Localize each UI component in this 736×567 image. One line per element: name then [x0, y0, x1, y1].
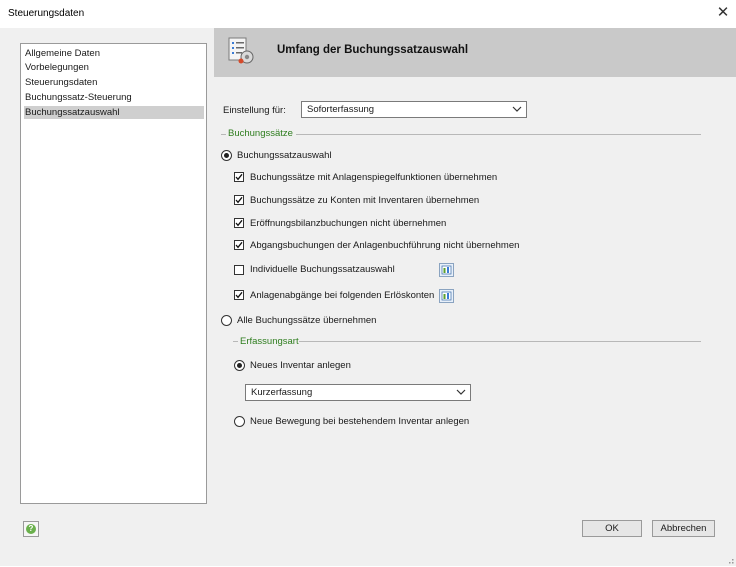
einstellung-select[interactable]: Soforterfassung [301, 101, 527, 118]
group-label-buchungssaetze: Buchungssätze [228, 128, 293, 139]
navigation-list: Allgemeine Daten Vorbelegungen Steuerung… [20, 43, 207, 504]
checkbox-individuelle-auswahl[interactable] [234, 265, 244, 275]
neue-bewegung-radio-label: Neue Bewegung bei bestehendem Inventar a… [250, 416, 470, 427]
erfassung-select[interactable]: Kurzerfassung [245, 384, 471, 401]
alle-buchungssaetze-radio[interactable] [221, 315, 232, 326]
help-button[interactable]: ? [23, 521, 39, 537]
chevron-down-icon [456, 387, 466, 397]
group-label-erfassungsart: Erfassungsart [240, 336, 299, 347]
close-icon[interactable]: ✕ [714, 3, 732, 23]
checkbox-eroeffnungsbilanz[interactable] [234, 218, 244, 228]
checkbox-anlagenspiegel[interactable] [234, 172, 244, 182]
erloeskonten-picker-icon[interactable] [439, 289, 454, 303]
chevron-down-icon [512, 104, 522, 114]
group-divider [233, 341, 238, 342]
nav-item-buchungssatz-steuerung[interactable]: Buchungssatz-Steuerung [24, 91, 204, 104]
checkbox-anlagenabgaenge-erloeskonten[interactable] [234, 290, 244, 300]
checkbox-abgangsbuchungen-label: Abgangsbuchungen der Anlagenbuchführung … [250, 240, 520, 251]
page-title: Umfang der Buchungssatzauswahl [277, 44, 469, 56]
checkbox-anlagenspiegel-label: Buchungssätze mit Anlagenspiegelfunktion… [250, 172, 498, 183]
group-divider [221, 134, 226, 135]
nav-item-steuerungsdaten[interactable]: Steuerungsdaten [24, 76, 204, 89]
resize-grip-icon[interactable] [726, 556, 734, 564]
einstellung-select-value: Soforterfassung [307, 104, 375, 115]
individuelle-auswahl-picker-icon[interactable] [439, 263, 454, 277]
alle-buchungssaetze-radio-label: Alle Buchungssätze übernehmen [237, 315, 377, 326]
neues-inventar-radio-label: Neues Inventar anlegen [250, 360, 351, 371]
neue-bewegung-radio[interactable] [234, 416, 245, 427]
group-divider [299, 341, 701, 342]
buchungssatzauswahl-radio-label: Buchungssatzauswahl [237, 150, 332, 161]
cancel-button[interactable]: Abbrechen [652, 520, 715, 537]
nav-item-vorbelegungen[interactable]: Vorbelegungen [24, 61, 204, 74]
nav-item-allgemeine-daten[interactable]: Allgemeine Daten [24, 47, 204, 60]
document-settings-icon [226, 36, 258, 66]
nav-item-buchungssatzauswahl[interactable]: Buchungssatzauswahl [24, 106, 204, 119]
help-icon: ? [26, 524, 36, 534]
checkbox-eroeffnungsbilanz-label: Eröffnungsbilanzbuchungen nicht übernehm… [250, 218, 447, 229]
title-bar [0, 0, 736, 28]
checkbox-konten-inventare[interactable] [234, 195, 244, 205]
einstellung-label: Einstellung für: [223, 105, 286, 116]
checkbox-abgangsbuchungen[interactable] [234, 240, 244, 250]
checkbox-konten-inventare-label: Buchungssätze zu Konten mit Inventaren ü… [250, 195, 480, 206]
checkbox-anlagenabgaenge-label: Anlagenabgänge bei folgenden Erlöskonten [250, 290, 435, 301]
checkbox-individuelle-auswahl-label: Individuelle Buchungssatzauswahl [250, 264, 395, 275]
group-divider [296, 134, 701, 135]
erfassung-select-value: Kurzerfassung [251, 387, 313, 398]
neues-inventar-radio[interactable] [234, 360, 245, 371]
window-title: Steuerungsdaten [8, 8, 85, 19]
ok-button[interactable]: OK [582, 520, 642, 537]
buchungssatzauswahl-radio[interactable] [221, 150, 232, 161]
